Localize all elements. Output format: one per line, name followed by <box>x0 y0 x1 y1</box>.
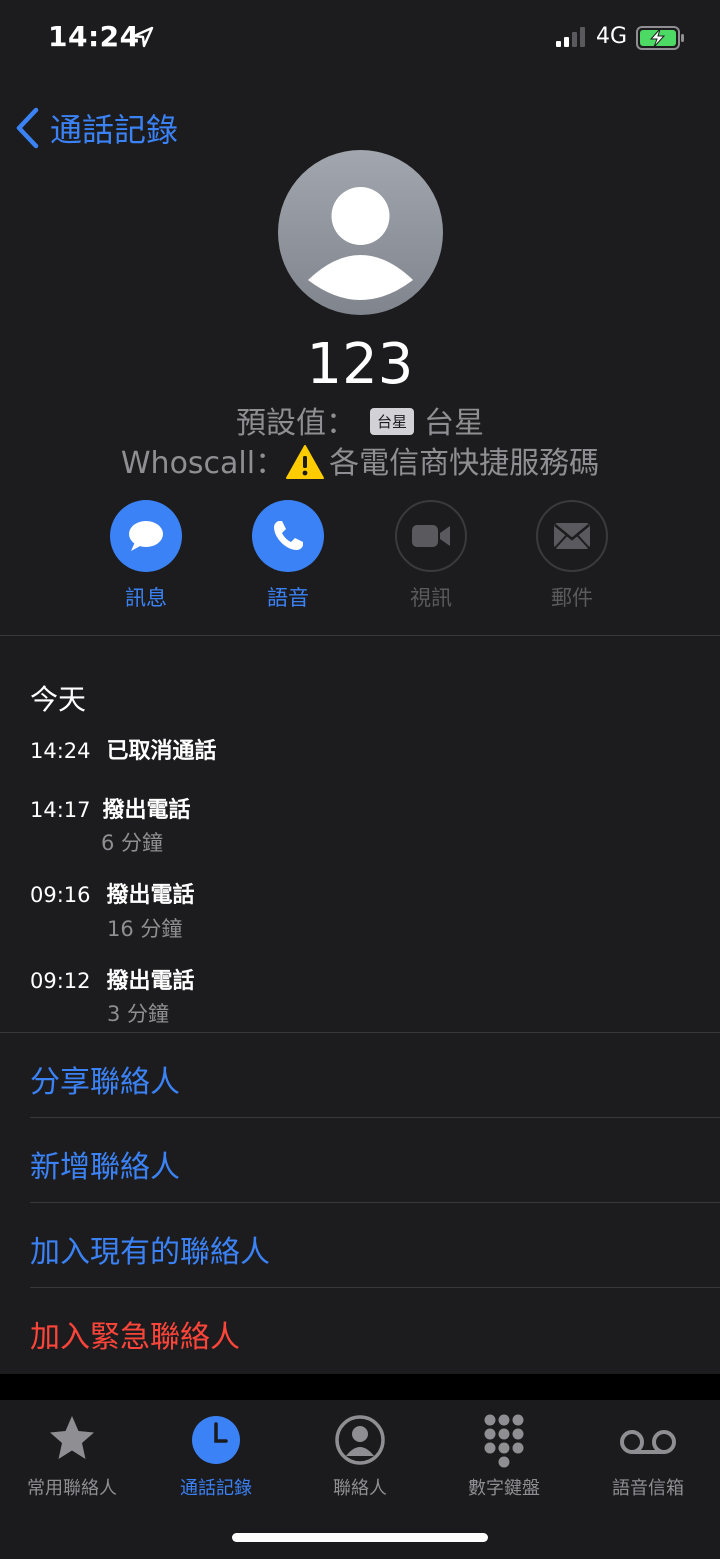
tab-contacts[interactable]: 聯絡人 <box>288 1408 432 1500</box>
call-row: 14:17 撥出電話 <box>30 792 191 824</box>
call-time: 14:17 <box>30 798 91 822</box>
add-emergency-contact-button[interactable]: 加入緊急聯絡人 <box>30 1312 240 1356</box>
call-time: 14:24 <box>30 739 91 763</box>
signal-strength-icon <box>556 27 585 47</box>
voice-label: 語音 <box>267 586 309 610</box>
divider <box>30 1117 720 1118</box>
mail-action[interactable]: 郵件 <box>512 500 632 612</box>
warning-icon <box>286 444 325 479</box>
person-circle-icon <box>335 1415 385 1465</box>
divider <box>0 635 720 636</box>
message-action[interactable]: 訊息 <box>86 500 206 612</box>
person-silhouette-icon <box>308 187 413 300</box>
carrier-line: 預設值： 台星 台星 <box>0 398 720 442</box>
mail-icon <box>554 523 590 549</box>
whoscall-prefix: Whoscall： <box>120 446 286 481</box>
back-button[interactable]: 通話記錄 <box>14 104 178 152</box>
call-type: 撥出電話 <box>106 969 195 994</box>
tab-recents[interactable]: 通話記錄 <box>144 1408 288 1500</box>
location-arrow-icon <box>132 26 154 48</box>
call-time: 09:16 <box>30 883 91 907</box>
call-duration: 6 分鐘 <box>101 831 164 855</box>
contact-name: 123 <box>306 332 414 397</box>
star-icon <box>50 1416 94 1459</box>
call-type: 撥出電話 <box>106 883 195 908</box>
mail-label: 郵件 <box>551 586 593 610</box>
status-bar: 14:24 4G <box>0 0 720 80</box>
carrier-name: 台星 <box>424 406 484 441</box>
tab-favorites[interactable]: 常用聯絡人 <box>0 1408 144 1500</box>
call-type: 已取消通話 <box>106 739 217 764</box>
keypad-icon <box>484 1414 524 1468</box>
video-icon <box>412 525 450 547</box>
voicemail-icon <box>620 1430 676 1454</box>
video-call-action[interactable]: 視訊 <box>371 500 491 612</box>
share-contact-button[interactable]: 分享聯絡人 <box>30 1057 180 1101</box>
call-duration: 3 分鐘 <box>107 1002 170 1026</box>
tab-voicemail[interactable]: 語音信箱 <box>576 1408 720 1500</box>
chevron-left-icon <box>16 107 39 149</box>
call-time: 09:12 <box>30 969 91 993</box>
divider <box>30 1202 720 1203</box>
home-indicator[interactable] <box>232 1533 488 1542</box>
whoscall-line: Whoscall： 各電信商快捷服務碼 <box>0 438 720 486</box>
video-label: 視訊 <box>410 586 452 610</box>
message-label: 訊息 <box>125 586 167 610</box>
call-duration: 16 分鐘 <box>107 917 183 941</box>
back-label: 通話記錄 <box>50 111 179 149</box>
new-contact-button[interactable]: 新增聯絡人 <box>30 1142 180 1186</box>
tab-keypad[interactable]: 數字鍵盤 <box>432 1408 576 1500</box>
action-buttons: 訊息 語音 視訊 郵件 <box>0 500 720 620</box>
tab-label: 聯絡人 <box>333 1478 387 1499</box>
divider <box>0 1032 720 1033</box>
add-to-existing-contact-button[interactable]: 加入現有的聯絡人 <box>30 1227 270 1271</box>
tab-label: 數字鍵盤 <box>468 1478 540 1499</box>
tab-label: 通話記錄 <box>180 1478 252 1499</box>
battery-charging-icon <box>636 26 684 50</box>
phone-icon <box>274 521 303 550</box>
tab-label: 語音信箱 <box>612 1478 684 1499</box>
call-row: 14:24 已取消通話 <box>30 733 217 765</box>
message-icon <box>129 521 163 551</box>
tab-label: 常用聯絡人 <box>27 1478 117 1499</box>
status-time: 14:24 <box>48 20 140 53</box>
divider <box>30 1287 720 1288</box>
call-row: 09:16 撥出電話 <box>30 877 195 909</box>
call-row: 09:12 撥出電話 <box>30 963 195 995</box>
clock-icon <box>192 1416 240 1464</box>
recents-day-title: 今天 <box>30 683 87 716</box>
call-type: 撥出電話 <box>102 798 191 823</box>
avatar <box>278 150 443 315</box>
network-type: 4G <box>596 24 628 49</box>
carrier-prefix: 預設值： <box>235 406 356 441</box>
carrier-badge: 台星 <box>369 408 414 435</box>
section-spacer <box>0 1374 720 1400</box>
whoscall-text: 各電信商快捷服務碼 <box>329 446 600 481</box>
voice-call-action[interactable]: 語音 <box>228 500 348 612</box>
